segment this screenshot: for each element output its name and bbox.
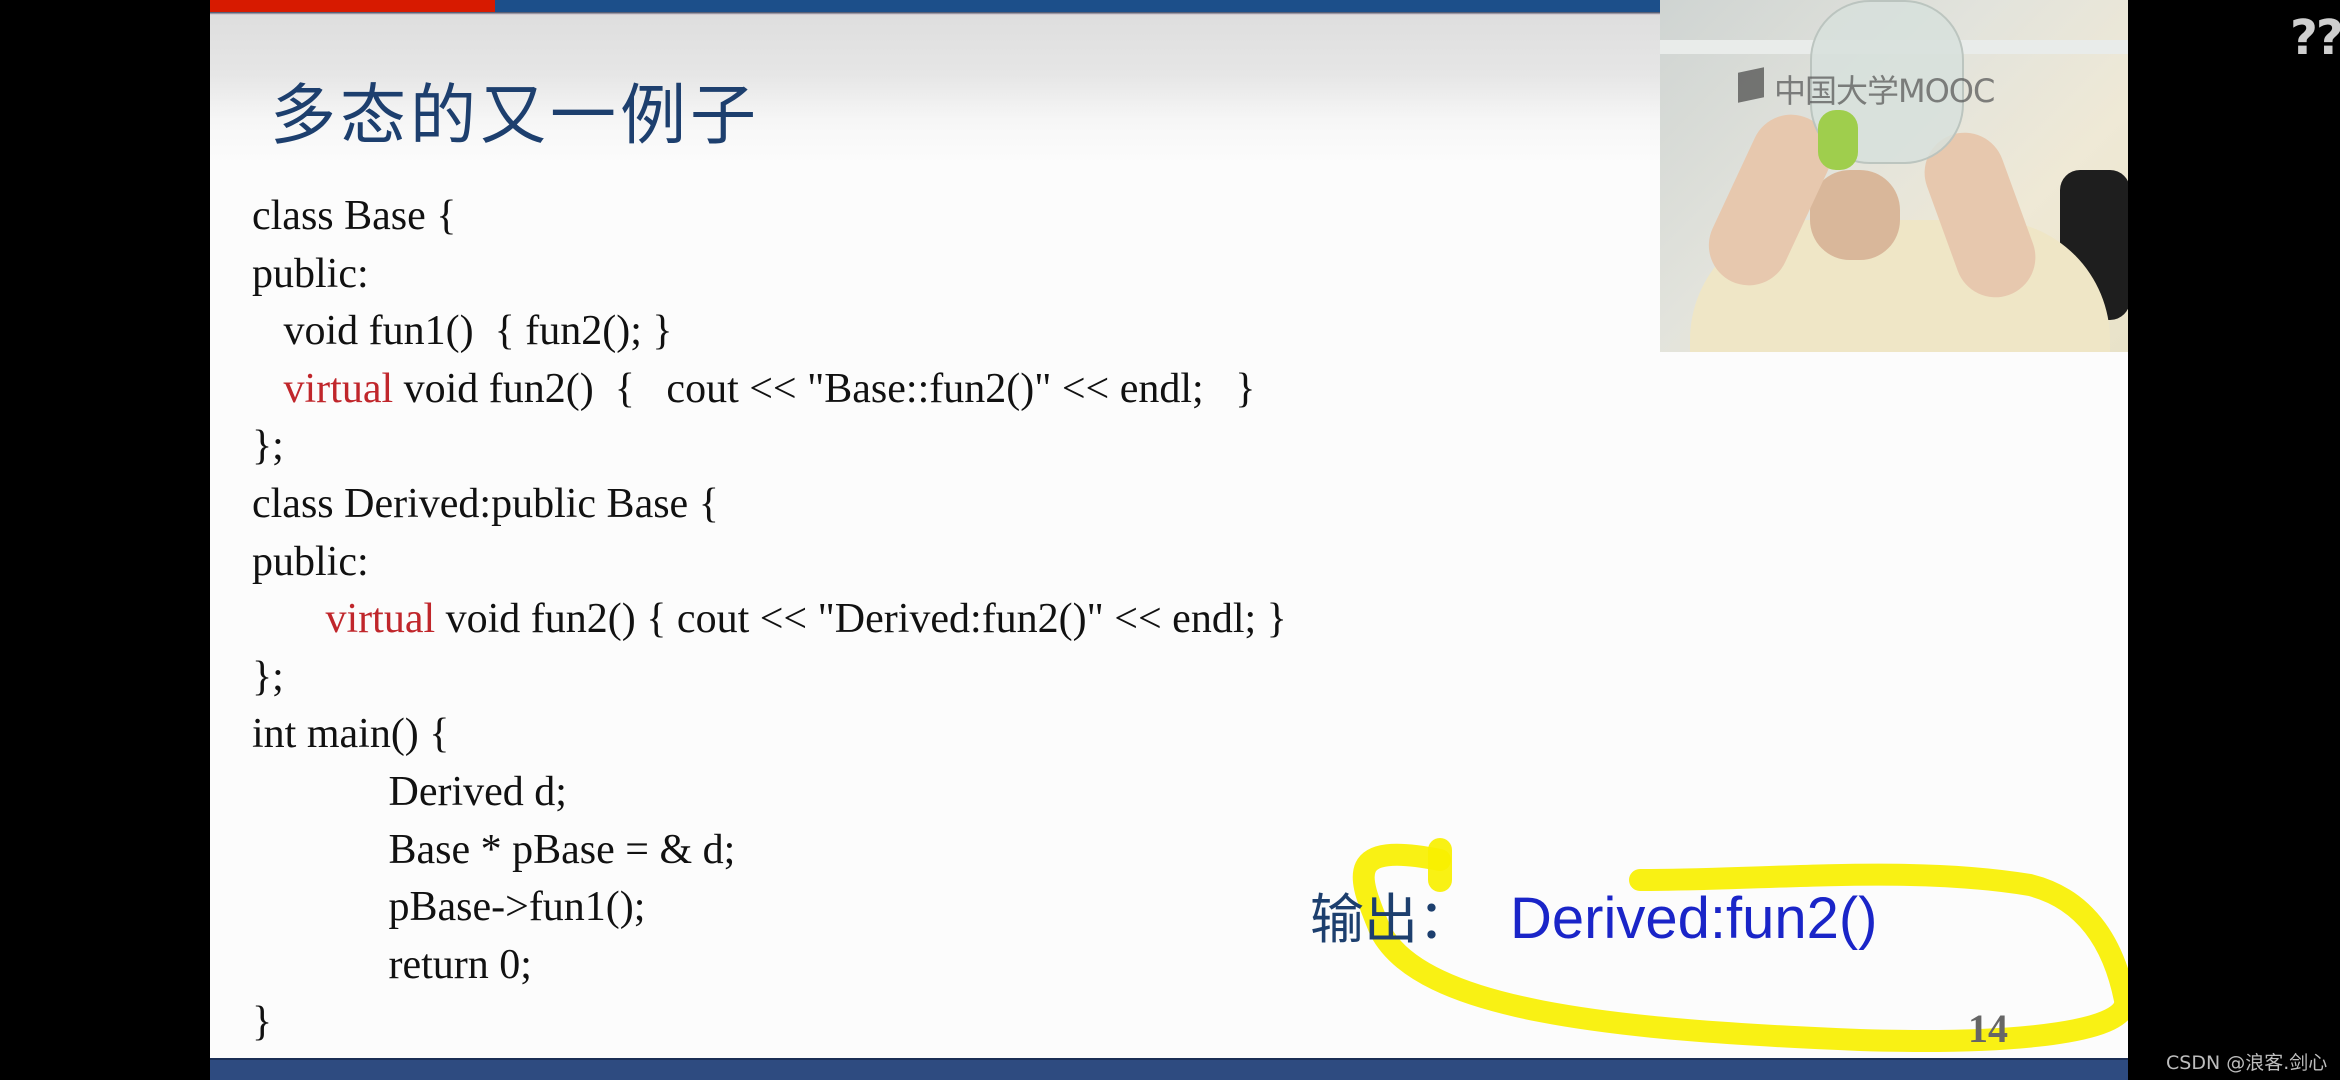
code-text: class Derived:public Base { (252, 480, 719, 527)
code-text: } (252, 999, 273, 1046)
code-line: virtual void fun2() { cout << "Derived:f… (252, 591, 1287, 649)
code-line: pBase->fun1(); (252, 879, 1287, 937)
code-block: class Base { public: void fun1() { fun2()… (252, 188, 1287, 1052)
code-line: virtual void fun2() { cout << "Base::fun… (252, 361, 1287, 419)
code-line: class Derived:public Base { (252, 476, 1287, 534)
code-text: public: (252, 538, 369, 585)
code-text: Derived d; (388, 768, 567, 815)
code-line: } (252, 994, 1287, 1052)
instructor-webcam-video: 中国大学MOOC (1660, 0, 2128, 352)
code-line: public: (252, 534, 1287, 592)
code-text: int main() { (252, 711, 450, 758)
webcam-person-neck (1810, 170, 1900, 260)
code-line: }; (252, 649, 1287, 707)
corner-overlay-text: ?? (2290, 10, 2340, 66)
code-text: Base * pBase = & d; (388, 826, 736, 873)
code-text: void fun2() { cout << "Base::fun2()" << … (393, 365, 1256, 412)
page-number: 14 (1968, 1006, 2008, 1051)
code-line: void fun1() { fun2(); } (252, 303, 1287, 361)
code-line: return 0; (252, 937, 1287, 995)
code-text: class Base { (252, 193, 457, 239)
code-keyword-virtual: virtual (325, 596, 436, 643)
code-text: return 0; (388, 941, 532, 988)
code-line: int main() { (252, 706, 1287, 764)
bottom-bar (210, 1058, 2128, 1080)
output-value: Derived:fun2() (1510, 886, 1878, 951)
webcam-bottle-label (1818, 110, 1858, 170)
code-keyword-virtual: virtual (283, 365, 394, 412)
code-text: }; (252, 653, 284, 700)
code-line: class Base { (252, 188, 1287, 246)
slide-title: 多态的又一例子 (270, 77, 760, 154)
output-label: 输出： (1310, 888, 1472, 951)
code-line: public: (252, 246, 1287, 304)
top-accent-red-bar (210, 0, 495, 12)
code-line: Derived d; (252, 764, 1287, 822)
code-text: public: (252, 250, 369, 297)
mooc-watermark-text: 中国大学MOOC (1774, 72, 1995, 110)
code-text: void fun1() { fun2(); } (283, 308, 673, 355)
csdn-credit-watermark: CSDN @浪客.剑心 (2166, 1052, 2328, 1074)
code-text: }; (252, 423, 284, 470)
code-text: pBase->fun1(); (388, 884, 646, 931)
code-line: }; (252, 418, 1287, 476)
code-line: Base * pBase = & d; (252, 822, 1287, 880)
mooc-watermark: 中国大学MOOC (1738, 66, 1995, 112)
output-line: 输出： Derived:fun2() (1310, 875, 1877, 954)
code-text: void fun2() { cout << "Derived:fun2()" <… (435, 596, 1287, 643)
